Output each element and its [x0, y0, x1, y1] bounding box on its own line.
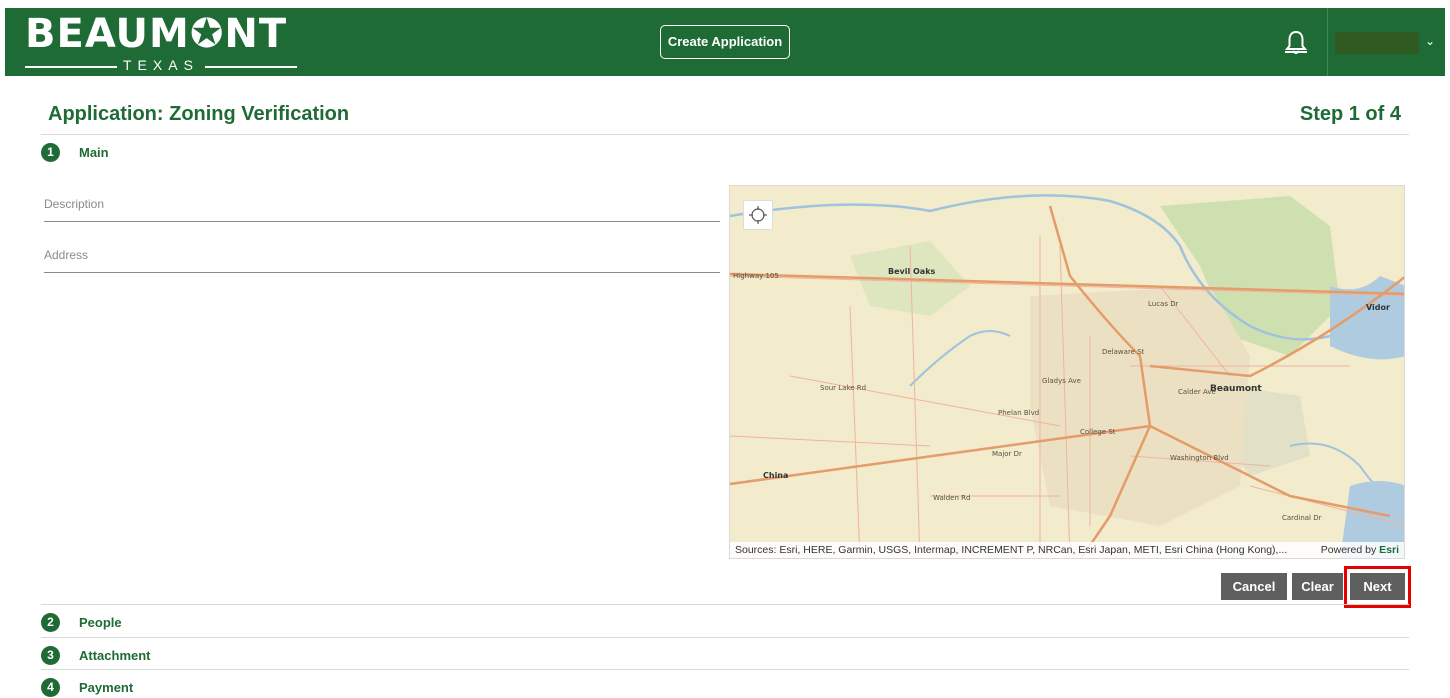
attribution-sources[interactable]: Sources: Esri, HERE, Garmin, USGS, Inter…: [735, 542, 1287, 558]
map-label: Gladys Ave: [1042, 377, 1081, 385]
section-number: 4: [41, 678, 60, 697]
map-label: Cardinal Dr: [1282, 514, 1322, 522]
map-water: [1330, 276, 1404, 360]
section-number: 3: [41, 646, 60, 665]
map-label: Sour Lake Rd: [820, 384, 866, 392]
clear-button[interactable]: Clear: [1292, 573, 1343, 600]
section-label: Main: [79, 145, 109, 160]
beaumont-logo[interactable]: BEAUM✪NT TEXAS: [25, 10, 305, 74]
next-button-highlight: [1344, 566, 1411, 608]
section-divider: [41, 604, 1409, 605]
create-application-button[interactable]: Create Application: [660, 25, 790, 59]
map-label: Calder Ave: [1178, 388, 1216, 396]
logo-rule-left: [25, 66, 117, 68]
logo-subline: TEXAS: [25, 57, 297, 74]
map-label: College St: [1080, 428, 1116, 436]
section-divider: [41, 637, 1409, 638]
powered-by-esri[interactable]: Powered by Esri: [1321, 542, 1399, 558]
map-label: Delaware St: [1102, 348, 1145, 356]
map-urban-area: [1030, 286, 1250, 526]
step-indicator: Step 1 of 4: [1299, 103, 1401, 125]
chevron-down-icon[interactable]: ⌄: [1425, 34, 1435, 48]
header-divider: [1327, 8, 1328, 76]
map-label: China: [763, 471, 788, 480]
logo-wordmark: BEAUM✪NT: [25, 11, 288, 57]
map-label: Phelan Blvd: [998, 409, 1039, 417]
logo-rule-right: [205, 66, 297, 68]
bell-icon[interactable]: [1285, 30, 1307, 56]
title-divider: [41, 134, 1409, 135]
map-label: Lucas Dr: [1148, 300, 1179, 308]
address-field[interactable]: Address: [44, 244, 720, 273]
description-label: Description: [44, 197, 105, 211]
section-divider: [41, 669, 1409, 670]
cancel-button[interactable]: Cancel: [1221, 573, 1287, 600]
location-map[interactable]: Bevil Oaks Beaumont China Vidor Highway …: [729, 185, 1405, 559]
map-label: Washington Blvd: [1170, 454, 1229, 462]
user-menu[interactable]: [1335, 32, 1419, 54]
section-number: 2: [41, 613, 60, 632]
map-label: Highway 105: [733, 272, 779, 280]
page-title: Application: Zoning Verification: [48, 103, 350, 125]
logo-state: TEXAS: [123, 57, 199, 73]
map-label: Vidor: [1366, 303, 1390, 312]
map-attribution: Sources: Esri, HERE, Garmin, USGS, Inter…: [730, 542, 1404, 558]
description-field[interactable]: Description: [44, 193, 720, 222]
crosshair-icon: [749, 206, 767, 224]
map-label: Bevil Oaks: [888, 267, 936, 276]
address-label: Address: [44, 248, 89, 262]
map-label: Beaumont: [1210, 384, 1262, 394]
map-label: Walden Rd: [933, 494, 970, 502]
map-label: Major Dr: [992, 450, 1022, 458]
section-label: Payment: [79, 680, 134, 695]
section-label: Attachment: [79, 648, 151, 663]
section-label: People: [79, 615, 122, 630]
map-basemap: Bevil Oaks Beaumont China Vidor Highway …: [730, 194, 1404, 558]
powered-prefix: Powered by: [1320, 544, 1380, 556]
esri-link[interactable]: Esri: [1379, 544, 1399, 556]
app-header: BEAUM✪NT TEXAS Create Application ⌄: [5, 8, 1445, 76]
locate-button[interactable]: [743, 200, 773, 230]
section-number: 1: [41, 143, 60, 162]
map-creek: [909, 330, 1011, 387]
